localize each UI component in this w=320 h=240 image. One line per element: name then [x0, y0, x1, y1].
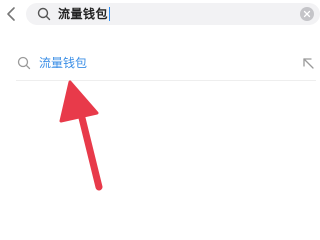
- search-icon: [17, 56, 31, 70]
- back-button[interactable]: [2, 3, 20, 25]
- arrow-up-left-icon[interactable]: [300, 55, 316, 71]
- suggestion-item[interactable]: 流量钱包: [0, 50, 320, 78]
- search-input[interactable]: 流量钱包: [26, 3, 320, 25]
- search-input-value: 流量钱包: [58, 5, 111, 23]
- search-header: 流量钱包: [0, 0, 320, 30]
- annotation-arrow: [59, 80, 103, 191]
- search-icon: [37, 7, 51, 21]
- text-cursor: [109, 7, 111, 21]
- clear-button[interactable]: [300, 7, 314, 21]
- search-text: 流量钱包: [58, 7, 109, 21]
- suggestion-label: 流量钱包: [39, 56, 88, 70]
- divider: [16, 80, 316, 81]
- search-screen: 流量钱包 流量钱包: [0, 0, 320, 240]
- clear-icon: [303, 10, 311, 18]
- chevron-left-icon: [7, 7, 15, 21]
